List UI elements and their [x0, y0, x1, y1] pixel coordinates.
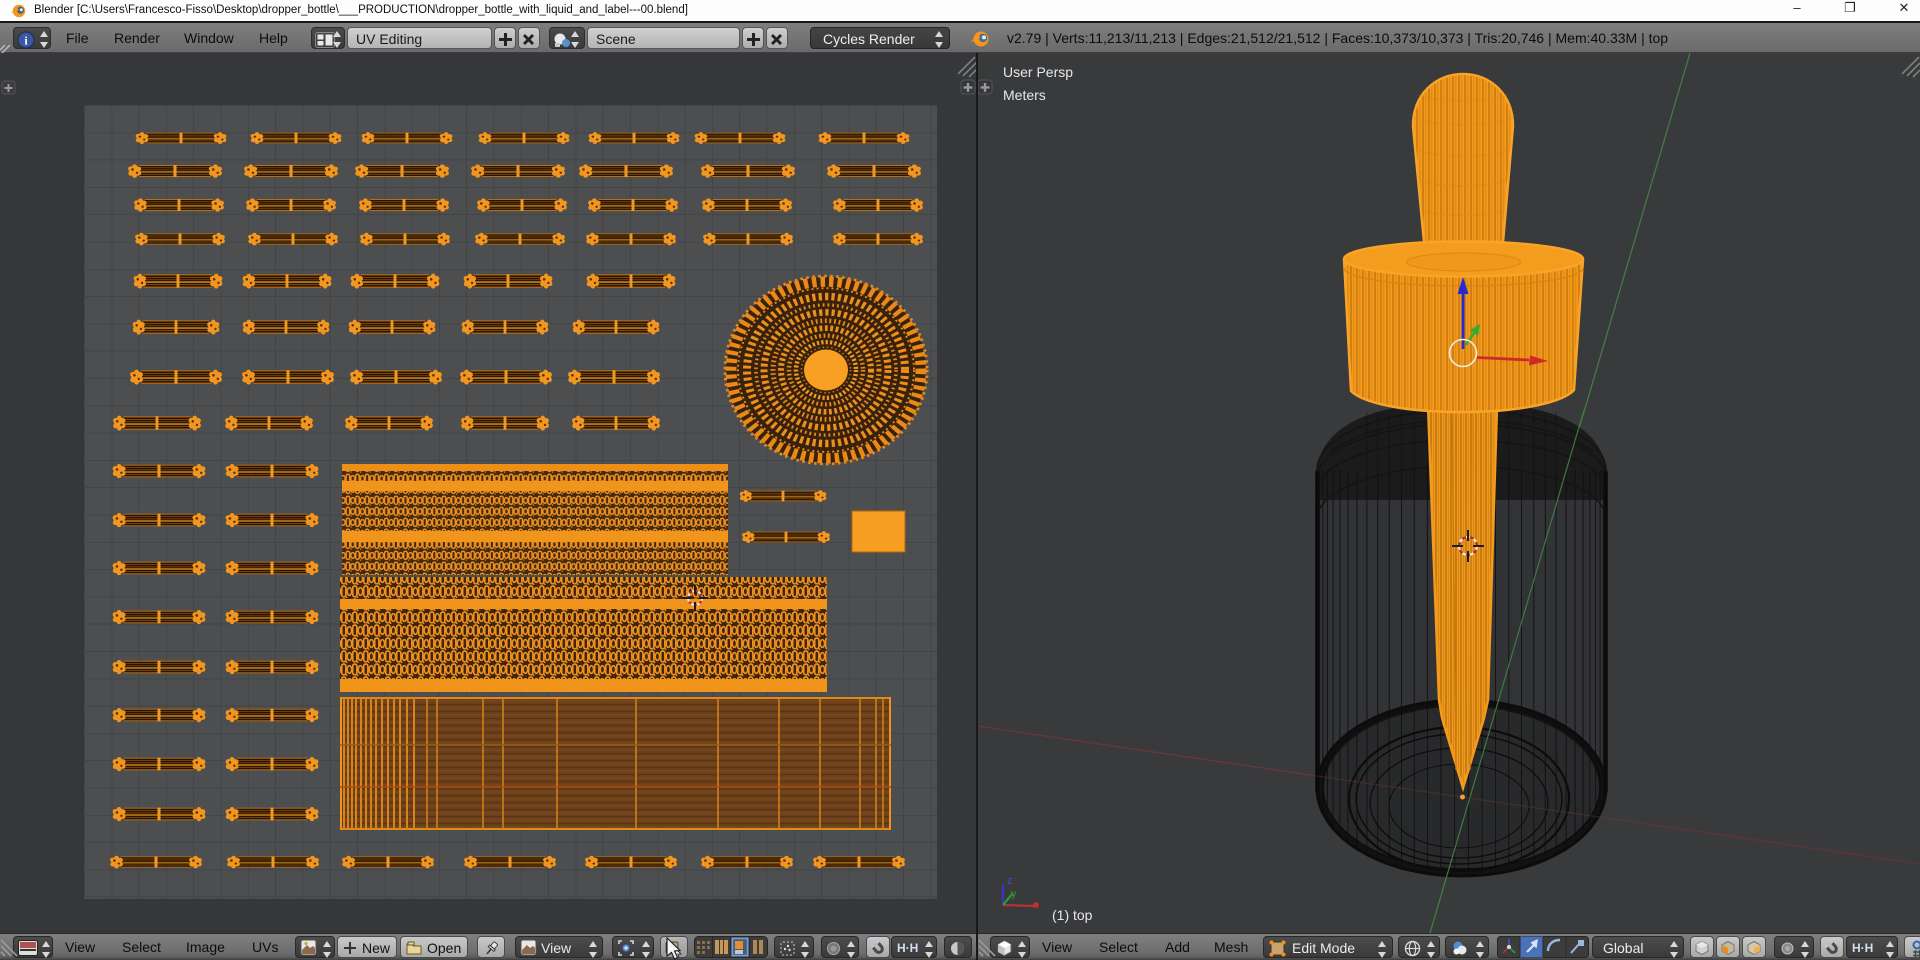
svg-text:z: z [1007, 875, 1013, 887]
svg-text:y: y [1011, 888, 1017, 900]
